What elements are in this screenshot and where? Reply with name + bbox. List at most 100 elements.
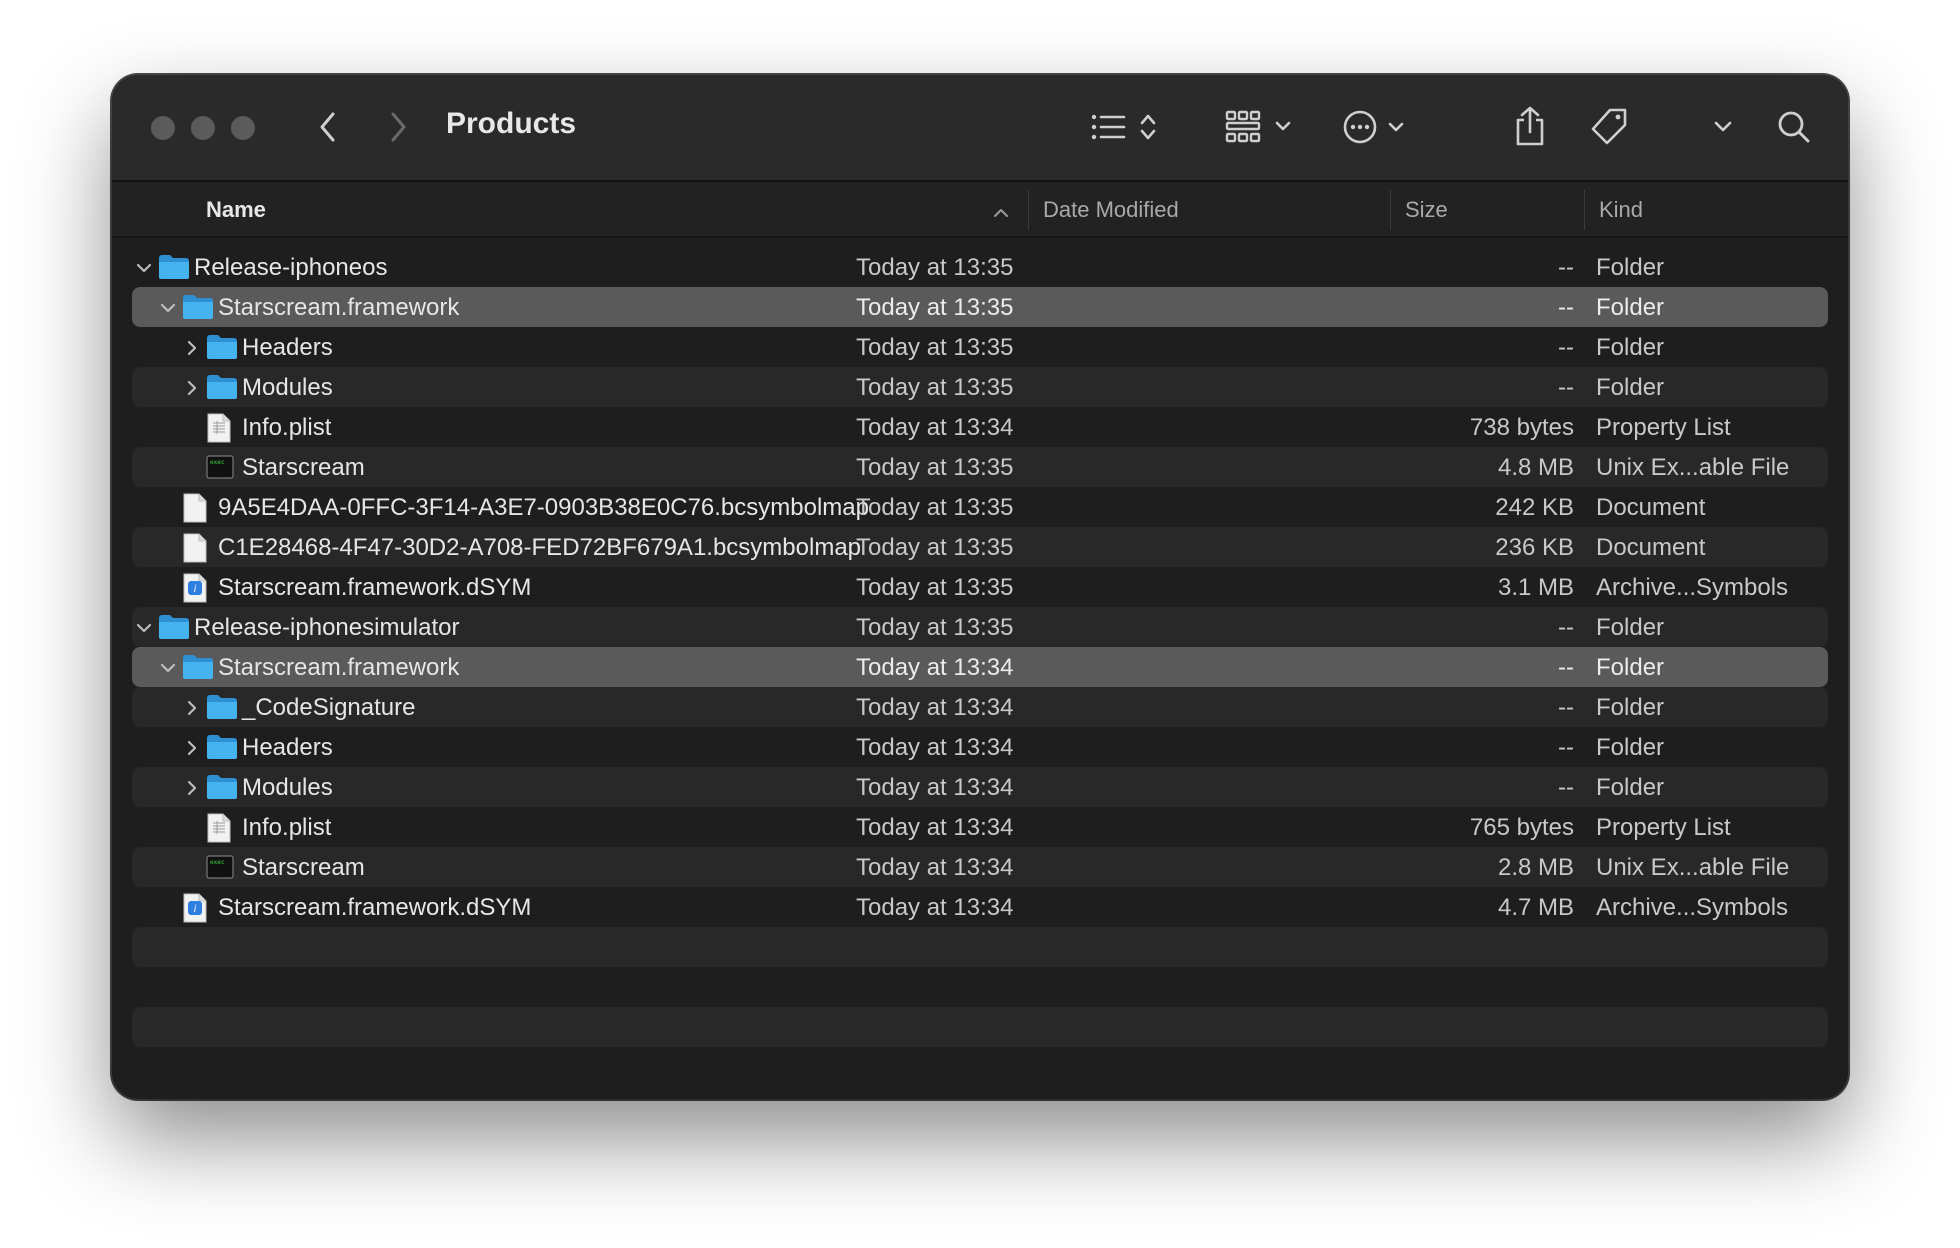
file-name: Starscream.framework: [218, 654, 460, 681]
empty-row: [132, 967, 1828, 1007]
file-kind: Folder: [1596, 614, 1665, 641]
file-row[interactable]: Starscream.framework Today at 13:35 -- Fold…: [132, 287, 1828, 327]
file-row[interactable]: i Starscream.framework.dSYM Today at 13:35…: [132, 567, 1828, 607]
file-row[interactable]: Info.plist Today at 13:34 765 bytes Propert…: [132, 807, 1828, 847]
file-row[interactable]: Release-iphoneos Today at 13:35 -- Folder: [132, 247, 1828, 287]
file-size: 4.8 MB: [1497, 454, 1574, 481]
file-date-modified: Today at 13:35: [856, 494, 1014, 521]
column-size[interactable]: Size: [1405, 197, 1448, 223]
file-row[interactable]: Info.plist Today at 13:34 738 bytes Propert…: [132, 407, 1828, 447]
file-kind: Folder: [1596, 254, 1665, 281]
minimize-window-button[interactable]: [191, 116, 215, 140]
folder-icon: [206, 734, 238, 767]
file-date-modified: Today at 13:34: [856, 654, 1014, 681]
file-size: --: [1558, 654, 1574, 681]
column-name[interactable]: Name: [206, 197, 266, 223]
close-window-button[interactable]: [151, 116, 175, 140]
file-name: 9A5E4DAA-0FFC-3F14-A3E7-0903B38E0C76.bcs…: [218, 494, 869, 521]
file-name: Info.plist: [242, 414, 332, 441]
file-kind: Folder: [1596, 774, 1665, 801]
file-size: --: [1558, 734, 1574, 761]
file-date-modified: Today at 13:35: [856, 614, 1014, 641]
file-date-modified: Today at 13:34: [856, 734, 1014, 761]
tag-icon[interactable]: [1586, 103, 1632, 151]
folder-icon: [182, 294, 214, 327]
chevron-right-icon[interactable]: [378, 105, 418, 149]
file-name: Starscream.framework: [218, 294, 460, 321]
ellipsis-circle-icon[interactable]: [1340, 105, 1416, 149]
file-size: 765 bytes: [1469, 814, 1574, 841]
file-name: Headers: [242, 334, 333, 361]
disclosure-expanded-icon[interactable]: [158, 657, 178, 677]
column-divider[interactable]: [1028, 190, 1029, 230]
file-row[interactable]: exec Starscream Today at 13:35 4.8 MB Unix E…: [132, 447, 1828, 487]
document-icon: [182, 533, 208, 570]
file-row[interactable]: Headers Today at 13:35 -- Folder: [132, 327, 1828, 367]
file-date-modified: Today at 13:35: [856, 294, 1014, 321]
file-row[interactable]: 9A5E4DAA-0FFC-3F14-A3E7-0903B38E0C76.bcs…: [132, 487, 1828, 527]
folder-icon: [158, 254, 190, 287]
search-icon[interactable]: [1772, 105, 1816, 149]
file-name: Starscream.framework.dSYM: [218, 574, 532, 601]
file-row[interactable]: Modules Today at 13:34 -- Folder: [132, 767, 1828, 807]
file-size: --: [1558, 614, 1574, 641]
file-size: 242 KB: [1495, 494, 1574, 521]
file-size: --: [1558, 334, 1574, 361]
disclosure-collapsed-icon[interactable]: [182, 337, 202, 357]
sort-ascending-icon[interactable]: [992, 200, 1010, 226]
file-name: _CodeSignature: [242, 694, 416, 721]
file-kind: Folder: [1596, 374, 1665, 401]
share-icon[interactable]: [1510, 101, 1550, 151]
column-divider[interactable]: [1390, 190, 1391, 230]
file-row[interactable]: Headers Today at 13:34 -- Folder: [132, 727, 1828, 767]
zoom-window-button[interactable]: [231, 116, 255, 140]
disclosure-expanded-icon[interactable]: [158, 297, 178, 317]
disclosure-collapsed-icon[interactable]: [182, 737, 202, 757]
column-divider[interactable]: [1584, 190, 1585, 230]
toolbar: Products: [112, 75, 1848, 182]
chevron-left-icon[interactable]: [308, 105, 348, 149]
column-kind[interactable]: Kind: [1599, 197, 1643, 223]
file-date-modified: Today at 13:35: [856, 334, 1014, 361]
file-name: Info.plist: [242, 814, 332, 841]
file-kind: Property List: [1596, 814, 1731, 841]
file-row[interactable]: C1E28468-4F47-30D2-A708-FED72BF679A1.bcs…: [132, 527, 1828, 567]
file-date-modified: Today at 13:35: [856, 534, 1014, 561]
disclosure-collapsed-icon[interactable]: [182, 777, 202, 797]
file-row[interactable]: exec Starscream Today at 13:34 2.8 MB Unix E…: [132, 847, 1828, 887]
file-name: Starscream.framework.dSYM: [218, 894, 532, 921]
grid-group-icon[interactable]: [1222, 105, 1302, 149]
file-row[interactable]: Modules Today at 13:35 -- Folder: [132, 367, 1828, 407]
disclosure-expanded-icon[interactable]: [134, 617, 154, 637]
file-kind: Folder: [1596, 334, 1665, 361]
file-size: --: [1558, 694, 1574, 721]
file-row[interactable]: Release-iphonesimulator Today at 13:35 -- F…: [132, 607, 1828, 647]
list-view-icon[interactable]: [1088, 105, 1168, 149]
file-row[interactable]: _CodeSignature Today at 13:34 -- Folder: [132, 687, 1828, 727]
empty-row: [132, 1007, 1828, 1047]
finder-window: Products Name Date Modified Size Kind Re…: [112, 75, 1848, 1099]
file-row[interactable]: Starscream.framework Today at 13:34 -- Fold…: [132, 647, 1828, 687]
file-date-modified: Today at 13:35: [856, 374, 1014, 401]
file-name: Modules: [242, 374, 333, 401]
file-kind: Folder: [1596, 294, 1665, 321]
file-kind: Folder: [1596, 694, 1665, 721]
file-date-modified: Today at 13:35: [856, 574, 1014, 601]
disclosure-collapsed-icon[interactable]: [182, 377, 202, 397]
column-date-modified[interactable]: Date Modified: [1043, 197, 1179, 223]
file-size: 738 bytes: [1469, 414, 1574, 441]
disclosure-collapsed-icon[interactable]: [182, 697, 202, 717]
column-header: Name Date Modified Size Kind: [112, 182, 1848, 238]
property-list-icon: [206, 813, 232, 850]
chevron-down-icon[interactable]: [1708, 109, 1738, 145]
file-name: Modules: [242, 774, 333, 801]
file-kind: Archive...Symbols: [1596, 574, 1789, 601]
empty-row: [132, 927, 1828, 967]
file-list: Release-iphoneos Today at 13:35 -- Folder St…: [132, 247, 1828, 1047]
file-date-modified: Today at 13:35: [856, 254, 1014, 281]
file-size: 236 KB: [1495, 534, 1574, 561]
file-row[interactable]: i Starscream.framework.dSYM Today at 13:34…: [132, 887, 1828, 927]
file-date-modified: Today at 13:34: [856, 774, 1014, 801]
disclosure-expanded-icon[interactable]: [134, 257, 154, 277]
file-date-modified: Today at 13:34: [856, 894, 1014, 921]
